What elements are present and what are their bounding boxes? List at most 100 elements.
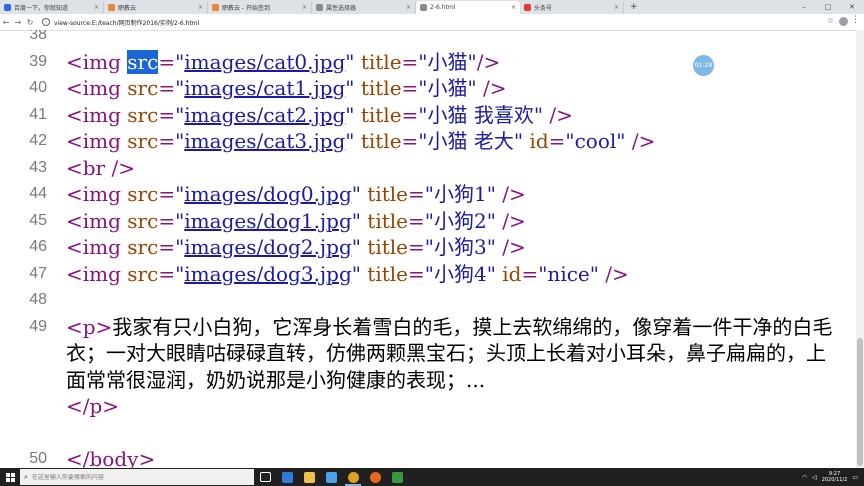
scrollbar-thumb[interactable]: [857, 338, 863, 466]
code-token: <img: [66, 76, 128, 100]
source-link[interactable]: images/dog3.jpg: [184, 262, 351, 286]
line-number: 42: [29, 132, 47, 149]
code-token: =: [158, 208, 176, 233]
taskbar-app-edge[interactable]: [276, 468, 298, 486]
bookmark-star-icon[interactable]: ☆: [827, 16, 834, 25]
source-link[interactable]: images/dog0.jpg: [184, 182, 351, 206]
source-link[interactable]: images/dog1.jpg: [184, 209, 351, 233]
code-token: =: [408, 235, 425, 259]
reload-icon[interactable]: ↻: [24, 18, 36, 27]
code-token: =: [401, 76, 419, 100]
line-code: <img src="images/cat3.jpg" title="小猫 老大"…: [66, 128, 655, 154]
tab-label: 头条号: [534, 5, 553, 12]
code-token: src: [127, 182, 159, 206]
menu-icon[interactable]: ⋮: [851, 15, 860, 25]
minimize-icon[interactable]: –: [792, 0, 816, 14]
tab-close-icon[interactable]: ×: [614, 4, 619, 11]
tab-1[interactable]: 职教云 ×: [104, 1, 208, 14]
address-bar: ← → ↻ i view-source:E:/teach/网页制作2016/实例…: [0, 14, 864, 31]
code-token: />: [495, 182, 526, 206]
line-number: 50: [29, 450, 47, 467]
tab-close-icon[interactable]: ×: [94, 4, 99, 11]
tab-close-icon[interactable]: ×: [511, 4, 516, 11]
notification-icon[interactable]: ▭: [852, 474, 858, 481]
line-code: <br />: [66, 155, 135, 181]
new-tab-button[interactable]: +: [624, 1, 644, 14]
source-link[interactable]: images/cat0.jpg: [184, 50, 345, 74]
taskbar-app-file-explorer[interactable]: [298, 468, 320, 486]
tab-0[interactable]: 百度一下，你就知道 ×: [0, 1, 104, 14]
tab-4[interactable]: 2-6.html ×: [416, 1, 520, 14]
tab-5[interactable]: 头条号 ×: [520, 1, 624, 14]
vertical-scrollbar[interactable]: [856, 30, 864, 468]
code-token: title: [360, 208, 409, 233]
code-token: />: [625, 129, 656, 153]
code-token: <img: [66, 102, 128, 127]
source-link[interactable]: images/cat3.jpg: [184, 129, 345, 153]
line-code: <img src="images/dog3.jpg" title="小狗4" i…: [66, 261, 629, 287]
code-token: ": [175, 76, 185, 100]
floating-timer-badge[interactable]: 01:28: [693, 55, 714, 76]
code-token: id: [523, 129, 549, 153]
network-icon[interactable]: ◠: [802, 474, 807, 481]
clock-date: 2020/11/2: [821, 477, 848, 483]
code-token: ": [351, 235, 361, 259]
taskbar-app-firefox[interactable]: [364, 468, 386, 486]
taskbar-app-task-view[interactable]: [254, 468, 276, 486]
tab-favicon-icon: [524, 4, 531, 11]
window-controls: – □ ✕: [792, 0, 864, 14]
code-token: =: [158, 182, 176, 206]
tab-close-icon[interactable]: ×: [406, 4, 411, 11]
taskbar-app-ie[interactable]: [320, 468, 342, 486]
source-link[interactable]: images/cat2.jpg: [184, 103, 345, 127]
line-code: <img src="images/dog0.jpg" title="小狗1" /…: [66, 181, 526, 207]
tab-strip: 百度一下，你就知道 × 职教云 × 职教云 - 开始签到 × 属性选择器 × 2-6.html ×…: [0, 0, 864, 14]
line-number: 49: [29, 317, 47, 335]
close-window-icon[interactable]: ✕: [840, 0, 864, 14]
maximize-icon[interactable]: □: [816, 0, 840, 14]
edge-icon: [281, 471, 293, 483]
taskbar-apps: [254, 468, 408, 486]
code-token: />: [598, 261, 629, 286]
line-code: <img src="images/cat1.jpg" title="小猫" />: [66, 75, 507, 101]
taskbar-search-input[interactable]: [31, 473, 232, 481]
tab-favicon-icon: [420, 4, 427, 11]
forward-icon[interactable]: →: [12, 18, 24, 27]
tab-2[interactable]: 职教云 - 开始签到 ×: [208, 1, 312, 14]
url-text[interactable]: view-source:E:/teach/网页制作2016/实例/2-6.htm…: [54, 18, 199, 27]
line-number: 44: [29, 185, 47, 202]
volume-icon[interactable]: ◁: [812, 474, 817, 481]
info-icon[interactable]: i: [42, 18, 50, 26]
profile-avatar[interactable]: [839, 17, 848, 26]
code-token: <br />: [66, 155, 135, 180]
taskbar-app-chrome[interactable]: [342, 468, 364, 486]
taskbar-search[interactable]: ⌕: [20, 469, 254, 485]
tab-3[interactable]: 属性选择器 ×: [312, 1, 416, 14]
source-link[interactable]: images/cat1.jpg: [184, 76, 345, 100]
code-token: "小狗1": [424, 182, 496, 206]
tab-close-icon[interactable]: ×: [198, 4, 203, 11]
source-view: 38 39 <img src="images/cat0.jpg" title="小猫…: [0, 30, 856, 468]
code-token: ": [175, 102, 185, 127]
start-button[interactable]: [0, 468, 20, 486]
omnibox[interactable]: i view-source:E:/teach/网页制作2016/实例/2-6.h…: [42, 16, 802, 28]
code-token: ": [175, 182, 185, 206]
code-token: =: [401, 129, 419, 153]
code-token: src: [127, 129, 159, 153]
code-token: src: [127, 102, 159, 127]
code-token: <img: [66, 182, 128, 206]
code-token: ": [175, 49, 185, 74]
code-token: title: [354, 129, 402, 153]
tab-close-icon[interactable]: ×: [302, 4, 307, 11]
code-token: <img: [66, 261, 128, 286]
code-token: ": [351, 208, 361, 233]
line-number: 40: [29, 79, 47, 96]
taskbar-app-terminal[interactable]: [386, 468, 408, 486]
clock[interactable]: 9:27 2020/11/2: [822, 471, 848, 483]
source-link[interactable]: images/dog2.jpg: [184, 235, 351, 259]
back-icon[interactable]: ←: [0, 18, 12, 27]
code-token: />: [495, 208, 526, 233]
code-token: />: [476, 49, 501, 74]
ie-icon: [325, 471, 337, 483]
code-token: ": [351, 182, 361, 206]
